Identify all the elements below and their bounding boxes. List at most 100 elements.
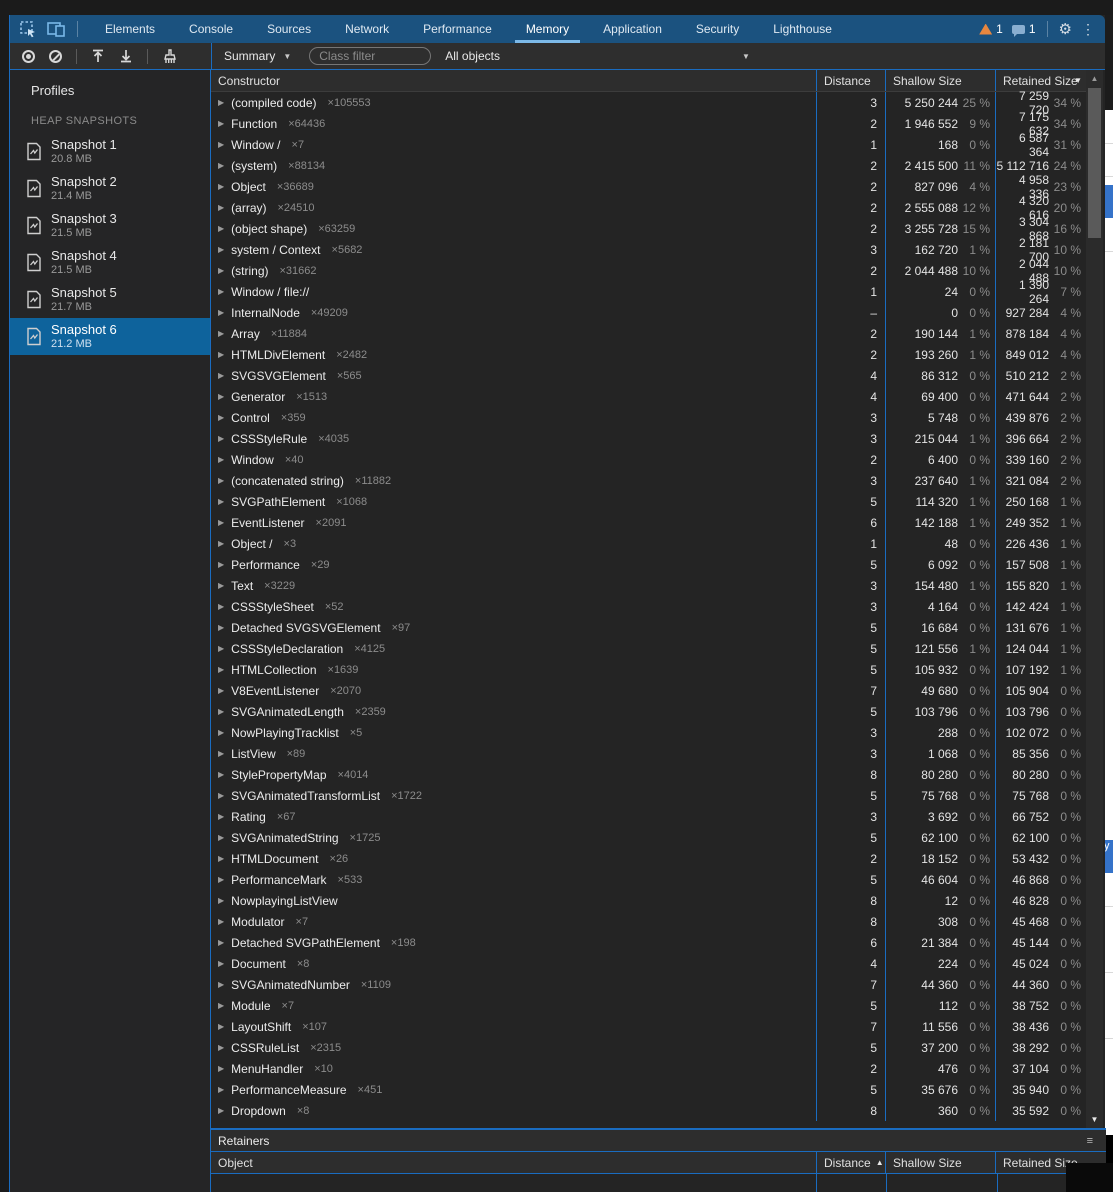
table-row[interactable]: ▶Window / file://1240 %1 390 2647 % <box>211 281 1086 302</box>
expander-icon[interactable]: ▶ <box>218 959 224 968</box>
table-row[interactable]: ▶(system)×8813422 415 50011 %5 112 71624… <box>211 155 1086 176</box>
snapshot-item[interactable]: Snapshot 321.5 MB <box>10 207 210 244</box>
snapshot-item[interactable]: Snapshot 221.4 MB <box>10 170 210 207</box>
class-filter-input[interactable]: Class filter <box>309 47 431 65</box>
expander-icon[interactable]: ▶ <box>218 392 224 401</box>
table-row[interactable]: ▶Object /×31480 %226 4361 % <box>211 533 1086 554</box>
clear-profiles-icon[interactable] <box>49 50 62 63</box>
table-row[interactable]: ▶LayoutShift×107711 5560 %38 4360 % <box>211 1016 1086 1037</box>
expander-icon[interactable]: ▶ <box>218 329 224 338</box>
table-row[interactable]: ▶(string)×3166222 044 48810 %2 044 48810… <box>211 260 1086 281</box>
table-row[interactable]: ▶SVGPathElement×10685114 3201 %250 1681 … <box>211 491 1086 512</box>
table-row[interactable]: ▶Text×32293154 4801 %155 8201 % <box>211 575 1086 596</box>
table-row[interactable]: ▶Module×751120 %38 7520 % <box>211 995 1086 1016</box>
expander-icon[interactable]: ▶ <box>218 896 224 905</box>
grid-scrollbar[interactable]: ▲ ▼ <box>1086 70 1103 1128</box>
table-row[interactable]: ▶Detached SVGPathElement×198621 3840 %45… <box>211 932 1086 953</box>
expander-icon[interactable]: ▶ <box>218 1106 224 1115</box>
table-row[interactable]: ▶(object shape)×6325923 255 72815 %3 304… <box>211 218 1086 239</box>
table-row[interactable]: ▶system / Context×56823162 7201 %2 181 7… <box>211 239 1086 260</box>
more-options-icon[interactable]: ⋮ <box>1081 21 1095 38</box>
record-heap-snapshot-icon[interactable] <box>22 50 35 63</box>
table-row[interactable]: ▶Document×842240 %45 0240 % <box>211 953 1086 974</box>
table-row[interactable]: ▶EventListener×20916142 1881 %249 3521 % <box>211 512 1086 533</box>
column-header-object[interactable]: Object <box>211 1152 816 1173</box>
expander-icon[interactable]: ▶ <box>218 518 224 527</box>
column-header-shallow-size[interactable]: Shallow Size <box>885 70 995 91</box>
device-toolbar-icon[interactable] <box>47 22 65 37</box>
expander-icon[interactable]: ▶ <box>218 245 224 254</box>
column-header-shallow-size[interactable]: Shallow Size <box>885 1152 995 1173</box>
table-row[interactable]: ▶CSSStyleSheet×5234 1640 %142 4241 % <box>211 596 1086 617</box>
expander-icon[interactable]: ▶ <box>218 560 224 569</box>
table-row[interactable]: ▶Function×6443621 946 5529 %7 175 63234 … <box>211 113 1086 134</box>
table-row[interactable]: ▶SVGAnimatedTransformList×1722575 7680 %… <box>211 785 1086 806</box>
expander-icon[interactable]: ▶ <box>218 686 224 695</box>
tab-console[interactable]: Console <box>172 15 250 43</box>
scrollbar-thumb[interactable] <box>1088 88 1101 238</box>
table-row[interactable]: ▶Generator×1513469 4000 %471 6442 % <box>211 386 1086 407</box>
table-row[interactable]: ▶Modulator×783080 %45 4680 % <box>211 911 1086 932</box>
snapshot-item[interactable]: Snapshot 421.5 MB <box>10 244 210 281</box>
tab-performance[interactable]: Performance <box>406 15 509 43</box>
objects-scope-select[interactable]: All objects ▼ <box>445 49 500 63</box>
expander-icon[interactable]: ▶ <box>218 602 224 611</box>
expander-icon[interactable]: ▶ <box>218 119 224 128</box>
tab-security[interactable]: Security <box>679 15 756 43</box>
expander-icon[interactable]: ▶ <box>218 707 224 716</box>
table-row[interactable]: ▶CSSRuleList×2315537 2000 %38 2920 % <box>211 1037 1086 1058</box>
table-row[interactable]: ▶V8EventListener×2070749 6800 %105 9040 … <box>211 680 1086 701</box>
table-row[interactable]: ▶(array)×2451022 555 08812 %4 320 61620 … <box>211 197 1086 218</box>
expander-icon[interactable]: ▶ <box>218 812 224 821</box>
table-row[interactable]: ▶StylePropertyMap×4014880 2800 %80 2800 … <box>211 764 1086 785</box>
expander-icon[interactable]: ▶ <box>218 1064 224 1073</box>
scroll-up-icon[interactable]: ▲ <box>1086 71 1103 86</box>
expander-icon[interactable]: ▶ <box>218 497 224 506</box>
table-row[interactable]: ▶(compiled code)×10555335 250 24425 %7 2… <box>211 92 1086 113</box>
table-row[interactable]: ▶InternalNode×49209–00 %927 2844 % <box>211 302 1086 323</box>
snapshot-item[interactable]: Snapshot 120.8 MB <box>10 133 210 170</box>
snapshot-item[interactable]: Snapshot 621.2 MB <box>10 318 210 355</box>
expander-icon[interactable]: ▶ <box>218 1043 224 1052</box>
expander-icon[interactable]: ▶ <box>218 770 224 779</box>
tab-memory[interactable]: Memory <box>509 15 586 43</box>
save-profile-icon[interactable] <box>119 49 133 63</box>
snapshot-item[interactable]: Snapshot 521.7 MB <box>10 281 210 318</box>
column-header-constructor[interactable]: Constructor <box>211 70 816 91</box>
table-row[interactable]: ▶NowplayingListView8120 %46 8280 % <box>211 890 1086 911</box>
table-row[interactable]: ▶Array×118842190 1441 %878 1844 % <box>211 323 1086 344</box>
expander-icon[interactable]: ▶ <box>218 833 224 842</box>
expander-icon[interactable]: ▶ <box>218 875 224 884</box>
table-row[interactable]: ▶Rating×6733 6920 %66 7520 % <box>211 806 1086 827</box>
expander-icon[interactable]: ▶ <box>218 161 224 170</box>
table-row[interactable]: ▶HTMLDocument×26218 1520 %53 4320 % <box>211 848 1086 869</box>
table-row[interactable]: ▶SVGAnimatedString×1725562 1000 %62 1000… <box>211 827 1086 848</box>
table-row[interactable]: ▶HTMLDivElement×24822193 2601 %849 0124 … <box>211 344 1086 365</box>
table-row[interactable]: ▶PerformanceMark×533546 6040 %46 8680 % <box>211 869 1086 890</box>
table-row[interactable]: ▶Performance×2956 0920 %157 5081 % <box>211 554 1086 575</box>
expander-icon[interactable]: ▶ <box>218 287 224 296</box>
settings-gear-icon[interactable]: ⚙ <box>1059 20 1072 38</box>
table-row[interactable]: ▶HTMLCollection×16395105 9320 %107 1921 … <box>211 659 1086 680</box>
expander-icon[interactable]: ▶ <box>218 182 224 191</box>
tab-application[interactable]: Application <box>586 15 679 43</box>
expander-icon[interactable]: ▶ <box>218 350 224 359</box>
expander-icon[interactable]: ▶ <box>218 413 224 422</box>
table-row[interactable]: ▶Window /×711680 %6 587 36431 % <box>211 134 1086 155</box>
table-row[interactable]: ▶SVGAnimatedNumber×1109744 3600 %44 3600… <box>211 974 1086 995</box>
expander-icon[interactable]: ▶ <box>218 1085 224 1094</box>
load-profile-icon[interactable] <box>91 49 105 63</box>
expander-icon[interactable]: ▶ <box>218 1001 224 1010</box>
table-row[interactable]: ▶ListView×8931 0680 %85 3560 % <box>211 743 1086 764</box>
expander-icon[interactable]: ▶ <box>218 749 224 758</box>
expander-icon[interactable]: ▶ <box>218 938 224 947</box>
expander-icon[interactable]: ▶ <box>218 224 224 233</box>
expander-icon[interactable]: ▶ <box>218 476 224 485</box>
expander-icon[interactable]: ▶ <box>218 980 224 989</box>
table-row[interactable]: ▶(concatenated string)×118823237 6401 %3… <box>211 470 1086 491</box>
expander-icon[interactable]: ▶ <box>218 98 224 107</box>
table-row[interactable]: ▶CSSStyleDeclaration×41255121 5561 %124 … <box>211 638 1086 659</box>
expander-icon[interactable]: ▶ <box>218 455 224 464</box>
table-row[interactable]: ▶MenuHandler×1024760 %37 1040 % <box>211 1058 1086 1079</box>
clear-broom-icon[interactable] <box>162 49 178 64</box>
